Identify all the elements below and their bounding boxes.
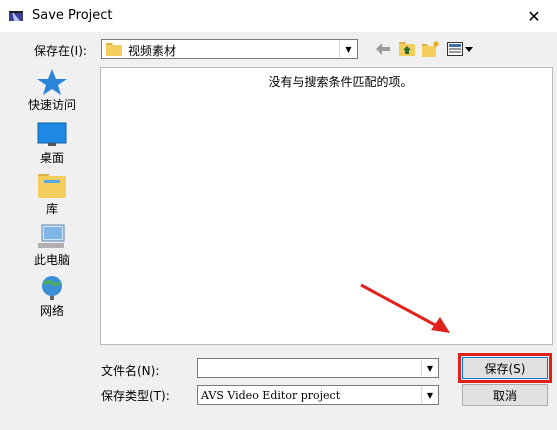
back-button[interactable] [375, 40, 391, 58]
chevron-down-icon[interactable]: ▼ [421, 386, 438, 404]
close-icon: ✕ [527, 6, 541, 26]
desktop-icon [37, 122, 67, 146]
star-icon [37, 69, 67, 95]
up-folder-icon [399, 42, 415, 56]
place-quick-access[interactable]: 快速访问 [10, 68, 94, 116]
file-list[interactable]: 没有与搜索条件匹配的项。 [100, 67, 553, 345]
view-menu-icon [447, 42, 473, 56]
library-folder-icon [38, 174, 66, 198]
places-bar: 快速访问 桌面 库 此电脑 网络 [10, 68, 94, 338]
filetype-label: 保存类型(T): [101, 389, 170, 403]
place-desktop[interactable]: 桌面 [10, 121, 94, 169]
filetype-value: AVS Video Editor project [201, 389, 341, 402]
empty-message: 没有与搜索条件匹配的项。 [268, 75, 413, 89]
save-button[interactable]: 保存(S) [462, 357, 548, 379]
filename-label: 文件名(N): [101, 364, 160, 378]
computer-icon [38, 224, 65, 248]
save-button-label: 保存(S) [484, 361, 526, 376]
new-folder-button[interactable] [421, 40, 441, 58]
view-menu-button[interactable] [446, 40, 474, 58]
filename-input[interactable]: ▼ [197, 358, 439, 378]
place-label: 网络 [39, 304, 64, 318]
place-network[interactable]: 网络 [10, 274, 94, 322]
chevron-down-icon[interactable]: ▼ [421, 359, 438, 377]
window-title: Save Project [32, 8, 113, 23]
folder-icon [106, 43, 122, 56]
place-label: 此电脑 [33, 253, 70, 267]
close-button[interactable]: ✕ [511, 0, 557, 32]
place-label: 快速访问 [27, 98, 76, 112]
title-bar: Save Project ✕ [0, 0, 557, 32]
save-in-dropdown[interactable]: 视频素材 ▼ [101, 39, 358, 59]
place-this-pc[interactable]: 此电脑 [10, 223, 94, 271]
save-in-label: 保存在(I): [34, 44, 87, 58]
place-label: 桌面 [39, 151, 64, 165]
app-icon [9, 11, 23, 21]
up-folder-button[interactable] [398, 40, 416, 58]
chevron-down-icon[interactable]: ▼ [339, 40, 357, 58]
save-in-value: 视频素材 [128, 44, 177, 58]
back-arrow-icon [376, 43, 390, 55]
annotation-arrow [360, 283, 450, 333]
new-folder-icon [422, 41, 439, 57]
cancel-button-label: 取消 [492, 388, 517, 403]
network-icon [42, 276, 62, 300]
place-library[interactable]: 库 [10, 172, 94, 220]
filetype-select[interactable]: AVS Video Editor project ▼ [197, 385, 439, 405]
place-label: 库 [45, 202, 58, 216]
cancel-button[interactable]: 取消 [462, 384, 548, 406]
